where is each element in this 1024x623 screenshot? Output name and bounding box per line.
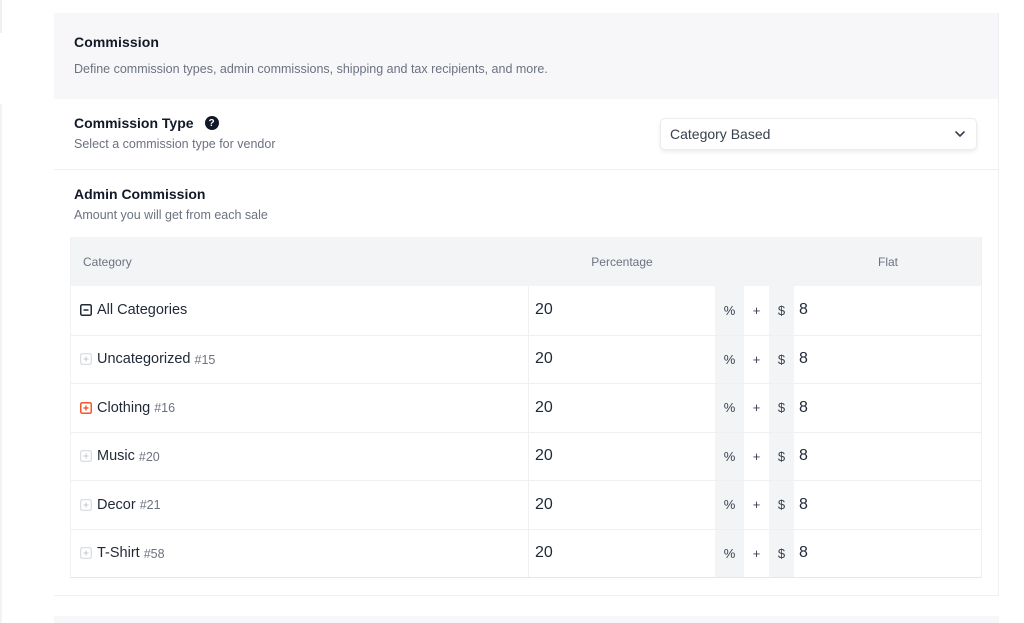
percent-addon: % bbox=[715, 286, 744, 335]
plus-addon: + bbox=[752, 351, 761, 367]
flat-input[interactable]: 8 bbox=[794, 336, 981, 384]
category-name: T-Shirt bbox=[97, 545, 140, 562]
percent-addon: % bbox=[715, 481, 744, 529]
currency-addon: $ bbox=[769, 432, 794, 480]
commission-settings-panel: Commission Define commission types, admi… bbox=[54, 13, 999, 596]
expand-plus-icon[interactable] bbox=[80, 547, 92, 559]
flat-input[interactable]: 8 bbox=[794, 481, 981, 529]
commission-type-select[interactable]: Category Based bbox=[660, 118, 977, 150]
currency-addon: $ bbox=[769, 481, 794, 529]
flat-input[interactable]: 8 bbox=[794, 384, 981, 432]
category-id: #20 bbox=[138, 449, 160, 464]
category-name: Music bbox=[97, 448, 135, 465]
section-header: Commission Define commission types, admi… bbox=[54, 13, 998, 99]
flat-input[interactable]: 8 bbox=[794, 433, 981, 481]
percent-addon: % bbox=[715, 529, 744, 577]
percentage-input[interactable]: 20 bbox=[529, 432, 715, 480]
category-id: #21 bbox=[139, 498, 161, 513]
percentage-input[interactable]: 20 bbox=[529, 481, 715, 529]
commission-type-title: Commission Type bbox=[74, 115, 194, 131]
commission-type-row: Commission Type ? Select a commission ty… bbox=[54, 99, 998, 170]
currency-addon: $ bbox=[769, 384, 794, 432]
category-cell: Decor #21 bbox=[71, 481, 529, 529]
table-row: T-Shirt #58 20 % + $ 8 bbox=[71, 528, 981, 578]
percent-addon: % bbox=[715, 384, 744, 432]
table-row: All Categories 20 % + $ 8 bbox=[71, 286, 981, 335]
category-name: Uncategorized bbox=[97, 351, 191, 368]
currency-addon: $ bbox=[769, 286, 794, 335]
section-title: Commission bbox=[74, 34, 160, 50]
category-id: #16 bbox=[154, 401, 176, 416]
column-header-category: Category bbox=[83, 254, 132, 269]
admin-commission-block: Admin Commission Amount you will get fro… bbox=[54, 170, 998, 578]
category-id: #15 bbox=[194, 352, 216, 367]
category-cell: Uncategorized #15 bbox=[71, 335, 529, 383]
category-name: Decor bbox=[97, 496, 136, 513]
currency-addon: $ bbox=[769, 529, 794, 577]
percent-addon: % bbox=[715, 432, 744, 480]
table-row: Clothing #16 20 % + $ 8 bbox=[71, 383, 981, 432]
percentage-input[interactable]: 20 bbox=[529, 529, 715, 577]
plus-addon: + bbox=[752, 497, 761, 513]
column-header-percentage: Percentage bbox=[591, 254, 653, 269]
question-circle-icon[interactable]: ? bbox=[204, 116, 219, 130]
category-cell: All Categories bbox=[71, 286, 529, 335]
plus-addon: + bbox=[752, 400, 761, 416]
next-section-header bbox=[54, 616, 999, 623]
percentage-input[interactable]: 20 bbox=[529, 286, 715, 335]
plus-addon: + bbox=[752, 302, 761, 318]
admin-commission-description: Amount you will get from each sale bbox=[74, 208, 268, 222]
table-row: Uncategorized #15 20 % + $ 8 bbox=[71, 334, 981, 384]
table-header: Category Percentage Flat bbox=[71, 237, 981, 286]
currency-addon: $ bbox=[769, 335, 794, 383]
category-cell: T-Shirt #58 bbox=[71, 529, 529, 577]
column-header-flat: Flat bbox=[877, 254, 898, 269]
expand-plus-icon[interactable] bbox=[80, 353, 92, 365]
commission-type-selected-value: Category Based bbox=[670, 126, 771, 142]
table-body: All Categories 20 % + $ 8 Uncategorized … bbox=[71, 286, 981, 577]
admin-commission-title: Admin Commission bbox=[74, 186, 206, 202]
percentage-input[interactable]: 20 bbox=[529, 335, 715, 383]
category-name: Clothing bbox=[97, 399, 151, 416]
plus-addon: + bbox=[752, 448, 761, 464]
category-cell: Music #20 bbox=[71, 432, 529, 480]
category-commission-table: Category Percentage Flat All Categories … bbox=[70, 237, 982, 578]
table-row: Music #20 20 % + $ 8 bbox=[71, 431, 981, 481]
expand-plus-icon-active[interactable] bbox=[80, 401, 92, 414]
category-id: #58 bbox=[143, 546, 165, 561]
flat-input[interactable]: 8 bbox=[794, 530, 981, 578]
section-description: Define commission types, admin commissio… bbox=[74, 62, 548, 76]
plus-addon: + bbox=[752, 545, 761, 561]
percent-addon: % bbox=[715, 335, 744, 383]
expand-plus-icon[interactable] bbox=[80, 450, 92, 462]
left-edge-divider bbox=[0, 0, 2, 33]
flat-input[interactable]: 8 bbox=[794, 286, 981, 335]
percentage-input[interactable]: 20 bbox=[529, 384, 715, 432]
expand-plus-icon[interactable] bbox=[80, 499, 92, 511]
category-cell: Clothing #16 bbox=[71, 384, 529, 432]
left-edge-divider bbox=[0, 104, 2, 623]
collapse-minus-icon[interactable] bbox=[80, 304, 92, 317]
table-row: Decor #21 20 % + $ 8 bbox=[71, 480, 981, 529]
chevron-down-icon bbox=[955, 131, 965, 137]
category-name: All Categories bbox=[97, 302, 188, 319]
